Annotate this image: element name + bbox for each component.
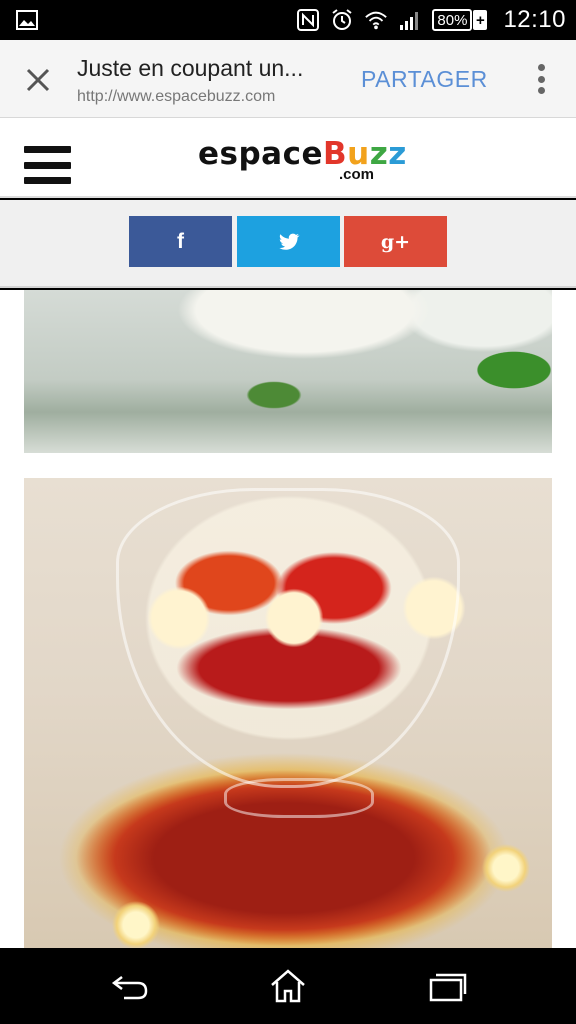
social-share-bar: f g+ [0,200,576,288]
page-title: Juste en coupant un... [77,55,304,81]
article-image-floating-candles-bowl [24,478,552,948]
home-icon[interactable] [266,966,310,1006]
battery-percent: 80% [432,9,473,31]
more-vert-icon[interactable] [536,64,546,94]
screen: 80% + 12:10 Juste en coupant un... http:… [0,0,576,1024]
recent-apps-icon[interactable] [425,966,469,1006]
navigation-bar [0,948,576,1024]
close-icon [26,68,50,92]
twitter-share-button[interactable] [237,216,340,267]
twitter-icon [278,233,299,250]
article-content [0,290,576,948]
status-bar: 80% + 12:10 [0,0,576,40]
alarm-icon [330,8,354,32]
page-url: http://www.espacebuzz.com [77,88,276,105]
logo-tld: .com [339,166,375,183]
facebook-share-button[interactable]: f [129,216,232,267]
share-button[interactable]: PARTAGER [361,66,488,93]
site-header: espaceBuzz .com [0,118,576,198]
nfc-icon [296,8,320,32]
close-button[interactable] [20,62,56,98]
google-plus-icon: g+ [380,230,411,253]
wifi-icon [364,8,388,32]
hamburger-icon[interactable] [24,146,71,184]
back-icon[interactable] [108,966,152,1006]
logo-letter-z2: z [388,136,407,172]
glass-bowl-stem [224,778,374,818]
logo-text-espace: espace [198,136,323,172]
battery-icon: 80% + [432,9,488,31]
browser-toolbar: Juste en coupant un... http://www.espace… [0,40,576,118]
glass-bowl-shape [116,488,460,788]
charging-indicator: + [473,10,488,30]
signal-icon [398,8,422,32]
site-logo[interactable]: espaceBuzz .com [198,136,407,183]
clock: 12:10 [503,6,566,33]
facebook-icon: f [177,229,184,253]
image-notification-icon [16,10,38,30]
google-plus-share-button[interactable]: g+ [344,216,447,267]
article-image-flowers-water [24,290,552,453]
